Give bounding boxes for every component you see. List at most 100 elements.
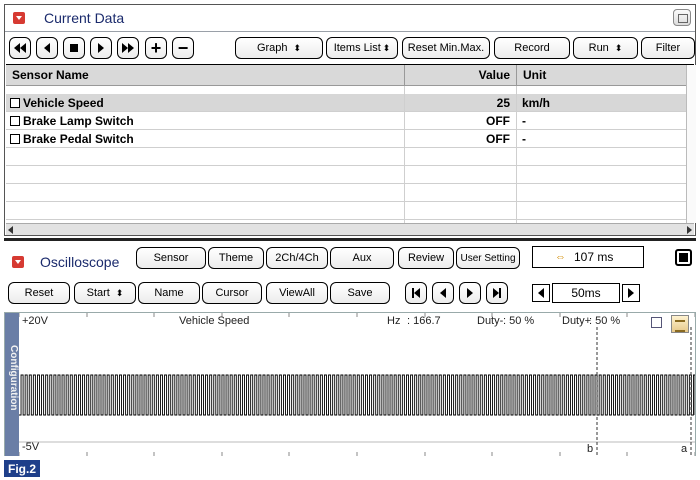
stop-icon — [70, 44, 78, 52]
hz-label: Hz — [387, 315, 401, 327]
reset-button[interactable]: Reset — [8, 282, 70, 304]
cursor-label: Cursor — [215, 287, 249, 299]
table-row[interactable]: Brake Lamp Switch OFF - — [6, 112, 686, 130]
panel-splitter[interactable] — [4, 238, 696, 241]
collapse-icon[interactable] — [13, 12, 25, 24]
graph-select[interactable]: Graph ⬍ — [235, 37, 323, 59]
row-checkbox[interactable] — [10, 134, 20, 144]
configuration-label: Configuration — [8, 345, 19, 411]
waveform-trace — [19, 374, 695, 416]
vertical-scrollbar[interactable] — [686, 65, 696, 223]
last-frame-button[interactable] — [486, 282, 508, 304]
col-value[interactable]: Value — [404, 65, 516, 86]
updown-icon: ⬍ — [293, 42, 302, 53]
previous-button[interactable] — [36, 37, 58, 59]
record-button[interactable]: Record — [494, 37, 570, 59]
time-value: 107 ms — [574, 250, 614, 264]
panel-title: Current Data — [44, 10, 125, 26]
review-label: Review — [407, 252, 445, 264]
next-frame-button[interactable] — [459, 282, 481, 304]
prev-frame-icon — [440, 288, 446, 298]
sensor-table: Sensor Name Value Unit Vehicle Speed 25 … — [6, 64, 696, 223]
first-frame-button[interactable] — [405, 282, 427, 304]
row-checkbox[interactable] — [10, 98, 20, 108]
right-arrow-icon — [628, 288, 634, 298]
configuration-tab[interactable]: Configuration — [5, 313, 19, 456]
row-name: Brake Lamp Switch — [23, 114, 134, 128]
updown-icon: ⬍ — [614, 42, 623, 53]
cursor-button[interactable]: Cursor — [202, 282, 262, 304]
cursor-b-label: b — [587, 443, 594, 455]
user-setting-label: User Setting — [460, 252, 516, 264]
updown-icon: ⬍ — [115, 287, 124, 298]
rewind-button[interactable] — [9, 37, 31, 59]
row-value: OFF — [486, 132, 510, 146]
row-value: OFF — [486, 114, 510, 128]
scroll-right-icon[interactable] — [687, 226, 692, 234]
y-min-label: -5V — [22, 441, 40, 453]
maximize-icon[interactable] — [673, 9, 691, 26]
updown-icon: ⬍ — [382, 42, 391, 53]
table-header: Sensor Name Value Unit — [6, 65, 686, 86]
filter-button[interactable]: Filter — [641, 37, 695, 59]
horizontal-scrollbar[interactable] — [6, 223, 694, 235]
row-unit: km/h — [522, 96, 551, 110]
record-label: Record — [514, 42, 550, 54]
add-button[interactable]: + — [145, 37, 167, 59]
reset-min-max-button[interactable]: Reset Min.Max. — [402, 37, 490, 59]
row-name: Brake Pedal Switch — [23, 132, 134, 146]
time-readout: ⇔ 107 ms — [532, 246, 644, 268]
cursor-a-label: a — [681, 443, 688, 455]
prev-frame-button[interactable] — [432, 282, 454, 304]
oscilloscope-title: Oscilloscope — [40, 254, 120, 270]
row-unit: - — [522, 132, 526, 146]
table-row[interactable]: Vehicle Speed 25 km/h — [6, 94, 686, 112]
start-select[interactable]: Start ⬍ — [74, 282, 136, 304]
col-unit[interactable]: Unit — [516, 65, 686, 86]
items-list-label: Items List — [333, 42, 381, 54]
aux-button[interactable]: Aux — [330, 247, 394, 269]
channel-name: Vehicle Speed — [179, 315, 250, 327]
stop-capture-button[interactable] — [675, 249, 692, 266]
waveform-area[interactable]: +20V -5V Vehicle Speed Hz : 166.7 Duty- … — [19, 313, 695, 456]
empty-row — [6, 148, 686, 166]
name-button[interactable]: Name — [138, 282, 200, 304]
column-divider — [404, 86, 405, 223]
scroll-left-icon[interactable] — [8, 226, 13, 234]
collapse-icon[interactable] — [12, 256, 24, 268]
run-select[interactable]: Run ⬍ — [573, 37, 638, 59]
row-checkbox[interactable] — [10, 116, 20, 126]
remove-button[interactable]: − — [172, 37, 194, 59]
y-max-label: +20V — [22, 315, 48, 327]
view-all-button[interactable]: ViewAll — [266, 282, 328, 304]
fast-forward-button[interactable] — [117, 37, 139, 59]
empty-row — [6, 202, 686, 220]
items-list-select[interactable]: Items List ⬍ — [326, 37, 398, 59]
save-button[interactable]: Save — [330, 282, 390, 304]
theme-label: Theme — [218, 252, 254, 264]
empty-row — [6, 184, 686, 202]
time-div-field[interactable]: 50ms — [552, 283, 620, 303]
channels-label: 2Ch/4Ch — [275, 252, 319, 264]
first-frame-icon — [414, 288, 420, 298]
channel-checkbox[interactable] — [651, 317, 662, 328]
duty-plus-label: Duty+ — [562, 315, 592, 327]
theme-button[interactable]: Theme — [208, 247, 264, 269]
channels-button[interactable]: 2Ch/4Ch — [266, 247, 328, 269]
stop-button[interactable] — [63, 37, 85, 59]
scope-display: Configuration +20V -5V Vehicle Speed Hz … — [4, 312, 696, 456]
duty-minus-value: : 50 % — [503, 315, 535, 327]
next-button[interactable] — [90, 37, 112, 59]
col-sensor-name[interactable]: Sensor Name — [12, 68, 89, 82]
waveform-svg — [19, 313, 695, 456]
user-setting-button[interactable]: User Setting — [456, 247, 520, 269]
cursor-time-icon: ⇔ — [555, 251, 566, 263]
table-row[interactable]: Brake Pedal Switch OFF - — [6, 130, 686, 148]
row-name: Vehicle Speed — [23, 96, 104, 110]
sensor-button[interactable]: Sensor — [136, 247, 206, 269]
time-increase-button[interactable] — [622, 284, 640, 302]
review-button[interactable]: Review — [398, 247, 454, 269]
current-data-panel: Current Data + − Graph ⬍ Items List ⬍ Rese… — [4, 4, 696, 236]
channel-settings-icon[interactable] — [671, 315, 689, 333]
time-decrease-button[interactable] — [532, 284, 550, 302]
